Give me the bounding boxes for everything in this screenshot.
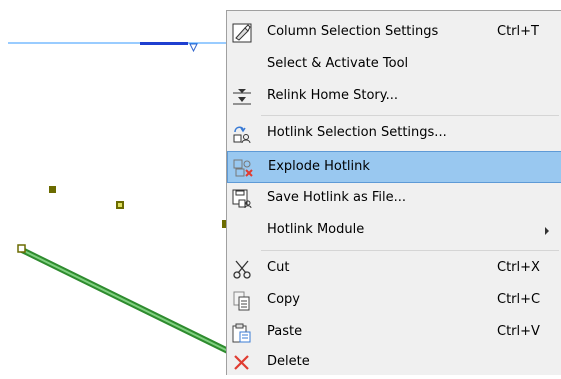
menu-item-label: Select & Activate Tool: [267, 56, 409, 71]
paste-icon: [231, 322, 253, 344]
menu-item-paste[interactable]: Paste Ctrl+V: [227, 317, 561, 349]
column-settings-icon: [231, 22, 253, 44]
menu-item-label: Hotlink Module: [267, 222, 365, 237]
menu-item-relink-home-story[interactable]: Relink Home Story...: [227, 81, 561, 113]
menu-item-label: Column Selection Settings: [267, 24, 439, 39]
menu-item-column-selection-settings[interactable]: Column Selection Settings Ctrl+T: [227, 17, 561, 49]
wall-element-core: [21, 249, 231, 353]
menu-item-label: Delete: [267, 354, 310, 369]
story-marker-dashes: [140, 42, 188, 45]
submenu-arrow-icon: [545, 227, 549, 235]
menu-item-label: Copy: [267, 292, 300, 307]
menu-item-label: Paste: [267, 324, 303, 339]
menu-item-label: Cut: [267, 260, 290, 275]
context-menu: Column Selection Settings Ctrl+T Select …: [226, 10, 561, 375]
menu-item-cut[interactable]: Cut Ctrl+X: [227, 253, 561, 285]
menu-item-label: Explode Hotlink: [268, 159, 370, 174]
hotspot-node: [118, 203, 122, 207]
menu-item-shortcut: Ctrl+V: [497, 324, 540, 339]
menu-item-label: Save Hotlink as File...: [267, 190, 407, 205]
menu-item-shortcut: Ctrl+C: [497, 292, 541, 307]
delete-icon: [231, 352, 253, 374]
menu-item-hotlink-selection-settings[interactable]: Hotlink Selection Settings...: [227, 118, 561, 150]
menu-item-copy[interactable]: Copy Ctrl+C: [227, 285, 561, 317]
menu-item-label: Hotlink Selection Settings...: [267, 125, 447, 140]
relink-story-icon: [231, 86, 253, 108]
copy-icon: [231, 290, 253, 312]
wall-endpoint: [17, 244, 26, 253]
menu-item-explode-hotlink[interactable]: Explode Hotlink: [227, 151, 561, 183]
hotspot-node: [49, 186, 56, 193]
cut-icon: [231, 258, 253, 280]
menu-item-select-activate-tool[interactable]: Select & Activate Tool: [227, 49, 561, 81]
menu-item-shortcut: Ctrl+T: [497, 24, 539, 39]
menu-separator: [261, 115, 559, 116]
menu-separator: [261, 250, 559, 251]
menu-item-shortcut: Ctrl+X: [497, 260, 540, 275]
menu-item-label: Relink Home Story...: [267, 88, 398, 103]
explode-hotlink-icon: [232, 157, 254, 179]
hotlink-settings-icon: [231, 123, 253, 145]
story-marker-triangle: [189, 43, 198, 53]
menu-item-delete[interactable]: Delete: [227, 347, 561, 379]
menu-item-hotlink-module[interactable]: Hotlink Module: [227, 215, 561, 247]
save-hotlink-icon: [231, 188, 253, 210]
menu-item-save-hotlink-as-file[interactable]: Save Hotlink as File...: [227, 183, 561, 215]
